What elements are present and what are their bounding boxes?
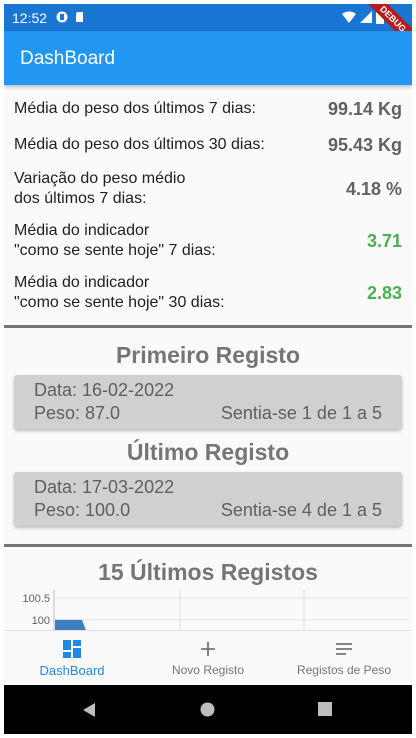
first-record-card: Data: 16-02-2022 Peso: 87.0 Sentia-se 1 … (14, 375, 402, 429)
nav-weight-records[interactable]: Registos de Peso (276, 631, 412, 686)
status-time: 12:52 (12, 10, 48, 26)
nav-label: DashBoard (39, 663, 105, 678)
nav-label: Novo Registo (171, 663, 245, 677)
stats-list: Média do peso dos últimos 7 dias: 99.14 … (4, 85, 412, 313)
list-icon (336, 643, 352, 655)
last-record-date: Data: 17-03-2022 (34, 477, 175, 497)
y-tick-label: 100.5 (22, 593, 50, 605)
stat-row: Média do peso dos últimos 7 dias: 99.14 … (4, 97, 412, 121)
nav-dashboard[interactable]: DashBoard (4, 631, 140, 686)
chart-container: 100.510099.5 (4, 590, 412, 630)
stat-value: 99.14 Kg (327, 98, 402, 119)
weight-chart: 100.510099.5 (22, 590, 408, 630)
stat-label: Variação do peso médio dos últimos 7 dia… (14, 170, 186, 207)
chart-title: 15 Últimos Registos (98, 559, 318, 585)
last-record-title: Último Registo (126, 439, 290, 465)
first-record-feeling: Sentia-se 1 de 1 a 5 (220, 403, 382, 423)
stat-label: Média do peso dos últimos 7 dias: (14, 100, 256, 117)
section-divider (4, 544, 412, 547)
stat-row: Variação do peso médio dos últimos 7 dia… (4, 169, 412, 209)
stat-row: Média do indicador "como se sente hoje" … (4, 273, 412, 313)
stat-label: Média do indicador "como se sente hoje" … (14, 222, 216, 259)
first-record-weight: Peso: 87.0 (34, 403, 121, 423)
series-area (55, 619, 86, 630)
stat-label: Média do peso dos últimos 30 dias: (14, 136, 265, 153)
wifi-icon (342, 11, 356, 23)
first-record-title: Primeiro Registo (115, 342, 301, 368)
stat-label: Média do indicador "como se sente hoje" … (14, 274, 225, 311)
last-record-feeling: Sentia-se 4 de 1 a 5 (220, 500, 382, 520)
bottom-navigation: DashBoard Novo Registo Registos de Peso (4, 630, 412, 686)
recents-icon[interactable] (318, 702, 332, 716)
nav-new-record[interactable]: Novo Registo (140, 631, 276, 686)
stat-row: Média do peso dos últimos 30 dias: 95.43… (4, 133, 412, 157)
status-bar: 12:52 DEBUG (4, 4, 412, 56)
last-record-weight: Peso: 100.0 (34, 500, 131, 520)
back-icon[interactable] (82, 702, 96, 718)
app-bar: DashBoard (4, 31, 412, 85)
dashboard-icon (63, 640, 81, 658)
stat-value: 95.43 Kg (327, 134, 402, 155)
y-tick-label: 100 (32, 615, 50, 627)
signal-icon (360, 11, 372, 23)
home-icon[interactable] (200, 702, 215, 717)
stat-row: Média do indicador "como se sente hoje" … (4, 221, 412, 261)
stat-value: 4.18 % (345, 178, 402, 199)
nav-label: Registos de Peso (296, 663, 392, 677)
app-screen: 12:52 DEBUG DashBoard Média do peso dos … (4, 4, 412, 734)
sd-card-icon (76, 12, 83, 22)
page-title: DashBoard (20, 48, 116, 69)
stat-value: 3.71 (366, 230, 402, 251)
stat-value: 2.83 (366, 282, 402, 303)
first-record-date: Data: 16-02-2022 (34, 380, 175, 400)
system-navigation-bar (4, 685, 412, 734)
last-record-card: Data: 17-03-2022 Peso: 100.0 Sentia-se 4… (14, 472, 402, 526)
section-divider (4, 325, 412, 328)
app-notification-icon (56, 11, 68, 23)
add-icon (201, 642, 215, 656)
dashboard-content[interactable]: Média do peso dos últimos 7 dias: 99.14 … (4, 85, 412, 630)
